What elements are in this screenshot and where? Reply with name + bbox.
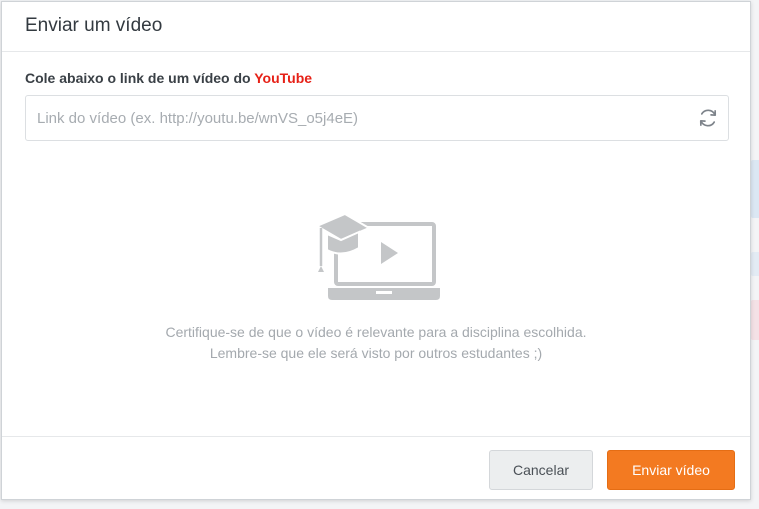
dialog-header: Enviar um vídeo [2,2,750,52]
video-link-label: Cole abaixo o link de um vídeo do YouTub… [25,70,312,86]
background-strip [751,300,759,340]
background-strip [751,252,759,276]
refresh-icon[interactable] [697,107,719,129]
submit-video-button[interactable]: Enviar vídeo [607,450,735,490]
video-url-field [25,95,729,141]
video-link-label-text: Cole abaixo o link de um vídeo do [25,70,255,86]
dialog-footer: Cancelar Enviar vídeo [2,436,750,499]
hint-line-relevance: Certifique-se de que o vídeo é relevante… [165,324,587,340]
background-strip [751,160,759,218]
relevance-hint: Certifique-se de que o vídeo é relevante… [2,322,750,364]
dialog-title: Enviar um vídeo [25,15,163,36]
laptop-video-graduation-cap-icon [314,212,440,300]
cancel-button[interactable]: Cancelar [489,450,593,490]
youtube-brand-label: YouTube [254,70,313,86]
video-url-input[interactable] [26,96,681,140]
hint-line-visibility: Lembre-se que ele será visto por outros … [209,345,543,361]
upload-video-dialog: Enviar um vídeo Cole abaixo o link de um… [1,1,751,500]
